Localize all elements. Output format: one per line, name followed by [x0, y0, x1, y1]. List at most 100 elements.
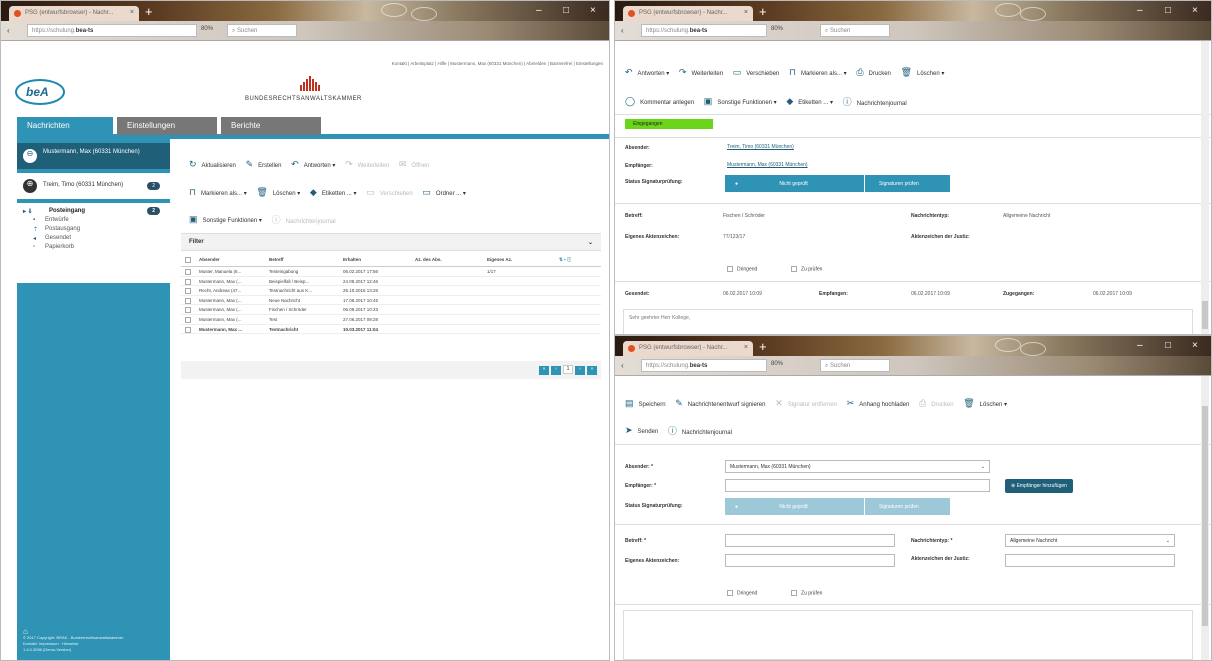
- table-row[interactable]: Recht, Andreas (47... Testnachricht aus K…: [181, 286, 601, 296]
- recipient-link[interactable]: Mustermann, Max (60331 München): [727, 162, 808, 168]
- open-button[interactable]: ✉ Öffnen: [399, 159, 429, 170]
- table-row[interactable]: Muster, Manuela (6... Testeingabung 06.02.…: [181, 267, 601, 277]
- folder-button[interactable]: ▭ Ordner ... ▾: [422, 187, 466, 198]
- print-button[interactable]: ⎙ Drucken: [919, 398, 954, 409]
- minimize-icon[interactable]: –: [536, 5, 542, 16]
- address-input[interactable]: https://schulung.bea-ts: [27, 24, 197, 37]
- new-tab-button[interactable]: +: [759, 4, 767, 19]
- row-checkbox[interactable]: [185, 297, 191, 304]
- next-page-button[interactable]: ›: [575, 366, 585, 375]
- forward-button[interactable]: ↷ Weiterleiten: [345, 159, 389, 170]
- urgent-checkbox[interactable]: Dringend: [727, 266, 757, 272]
- folder-gesendet[interactable]: ◂ Gesendet: [17, 234, 170, 243]
- back-icon[interactable]: ‹: [621, 361, 624, 370]
- reference-input[interactable]: [725, 554, 895, 567]
- minimize-icon[interactable]: –: [1137, 340, 1143, 351]
- browser-tab[interactable]: PSG (entwurfsbrowser) - Nachr... ×: [623, 6, 753, 21]
- browser-tab[interactable]: PSG (entwurfsbrowser) - Nachr... ×: [623, 341, 753, 356]
- comment-button[interactable]: ◯ Kommentar anlegen: [625, 96, 694, 107]
- select-all-checkbox[interactable]: [185, 257, 191, 263]
- maximize-icon[interactable]: □: [1165, 5, 1171, 16]
- create-button[interactable]: ✎ Erstellen: [246, 159, 282, 170]
- row-checkbox[interactable]: [185, 269, 191, 275]
- row-checkbox[interactable]: [185, 278, 191, 285]
- close-window-icon[interactable]: ×: [1192, 340, 1198, 351]
- filter-bar[interactable]: Filter ⌄: [181, 233, 601, 251]
- table-row[interactable]: Mustermann, Max ... Testnachricht 10.03.20…: [181, 325, 601, 335]
- delete-button[interactable]: 🗑 Löschen ▾: [963, 398, 1007, 409]
- move-button[interactable]: ▭ Verschieben: [366, 187, 413, 198]
- row-checkbox[interactable]: [185, 326, 191, 333]
- recipient-input[interactable]: [725, 479, 990, 492]
- to-check-checkbox[interactable]: Zu prüfen: [791, 590, 822, 596]
- last-page-button[interactable]: »: [587, 366, 597, 375]
- reply-button[interactable]: ↶ Antworten ▾: [625, 67, 669, 78]
- to-check-checkbox[interactable]: Zu prüfen: [791, 266, 822, 272]
- address-input[interactable]: https://schulung.bea-ts: [641, 359, 767, 372]
- labels-button[interactable]: ◆ Etiketten ... ▾: [310, 187, 357, 198]
- print-button[interactable]: ⎙ Drucken: [856, 67, 891, 78]
- table-row[interactable]: Mustermann, Max (... Test 27.06.2017 09:28: [181, 315, 601, 325]
- maximize-icon[interactable]: □: [1165, 340, 1171, 351]
- folder-posteingang[interactable]: ▸ ⇓ Posteingang 2: [17, 207, 170, 216]
- table-row[interactable]: Mustermann, Max (... Beispielfall / Beisp…: [181, 277, 601, 287]
- remove-signature-button[interactable]: ✕ Signatur entfernen: [775, 398, 837, 409]
- column-header[interactable]: Az. des Abs.: [415, 257, 442, 262]
- browser-tab[interactable]: PSG (entwurfsbrowser) - Nachr... ×: [9, 6, 139, 21]
- mark-as-button[interactable]: ⊓ Markieren als... ▾: [189, 187, 247, 198]
- send-button[interactable]: ➤ Senden: [625, 425, 658, 436]
- labels-button[interactable]: ◆ Etiketten ... ▾: [786, 96, 833, 107]
- address-input[interactable]: https://schulung.bea-ts: [641, 24, 767, 37]
- row-checkbox[interactable]: [185, 316, 191, 323]
- new-tab-button[interactable]: +: [145, 4, 153, 19]
- other-functions-button[interactable]: ▣ Sonstige Funktionen ▾: [704, 96, 777, 107]
- close-window-icon[interactable]: ×: [590, 5, 596, 16]
- delete-button[interactable]: 🗑 Löschen ▾: [901, 67, 945, 78]
- close-window-icon[interactable]: ×: [1192, 5, 1198, 16]
- folder-postausgang[interactable]: ⇡ Postausgang: [17, 225, 170, 234]
- table-row[interactable]: Mustermann, Max (... Neue Nachricht 17.08.…: [181, 296, 601, 306]
- journal-button[interactable]: ⓘ Nachrichtenjournal: [668, 424, 732, 437]
- other-functions-button[interactable]: ▣ Sonstige Funktionen ▾: [189, 214, 262, 225]
- forward-button[interactable]: ↷ Weiterleiten: [679, 67, 723, 78]
- first-page-button[interactable]: «: [539, 366, 549, 375]
- move-button[interactable]: ▭ Verschieben: [733, 67, 780, 78]
- new-tab-button[interactable]: +: [759, 339, 767, 354]
- sender-select[interactable]: Mustermann, Max (60331 München) ⌄: [725, 460, 990, 473]
- top-links[interactable]: Kontakt | Arbeitsplatz | Hilfe | Musterm…: [392, 61, 603, 66]
- tab-nachrichten[interactable]: Nachrichten: [17, 117, 113, 135]
- delete-button[interactable]: 🗑 Löschen ▾: [256, 187, 300, 198]
- tab-einstellungen[interactable]: Einstellungen: [117, 117, 217, 135]
- table-row[interactable]: Mustermann, Max (... Fischen / Schröder 06…: [181, 305, 601, 315]
- sign-draft-button[interactable]: ✎ Nachrichtenentwurf signieren: [675, 398, 765, 409]
- row-checkbox[interactable]: [185, 307, 191, 314]
- close-tab-icon[interactable]: ×: [744, 9, 748, 16]
- row-checkbox[interactable]: [185, 288, 191, 295]
- column-header[interactable]: Erhalten: [343, 257, 361, 262]
- folder-entwuerfe[interactable]: ▪ Entwürfe: [17, 216, 170, 225]
- close-tab-icon[interactable]: ×: [744, 344, 748, 351]
- search-input[interactable]: ⌕ Suchen: [820, 24, 890, 37]
- add-recipient-button[interactable]: ⊕ Empfänger hinzufügen: [1005, 479, 1073, 493]
- folder-papierkorb[interactable]: ▫ Papierkorb: [17, 243, 170, 252]
- zoom-level[interactable]: 80%: [771, 26, 783, 32]
- message-type-select[interactable]: Allgemeine Nachricht ⌄: [1005, 534, 1175, 547]
- scrollbar[interactable]: [1201, 41, 1209, 334]
- refresh-button[interactable]: ↻ Aktualisieren: [189, 159, 236, 170]
- account-treim[interactable]: ⊕ Treim, Timo (60331 München) 2: [17, 173, 170, 199]
- tab-berichte[interactable]: Berichte: [221, 117, 321, 135]
- zoom-level[interactable]: 80%: [201, 26, 213, 32]
- journal-button[interactable]: ⓘ Nachrichtenjournal: [843, 95, 907, 108]
- back-icon[interactable]: ‹: [621, 26, 624, 35]
- minimize-icon[interactable]: –: [1137, 5, 1143, 16]
- journal-button[interactable]: ⓘ Nachrichtenjournal: [272, 213, 336, 226]
- zoom-level[interactable]: 80%: [771, 361, 783, 367]
- close-tab-icon[interactable]: ×: [130, 9, 134, 16]
- court-reference-input[interactable]: [1005, 554, 1175, 567]
- search-input[interactable]: ⌕ Suchen: [227, 24, 297, 37]
- column-header[interactable]: Eigenes Az.: [487, 257, 512, 262]
- column-options-icon[interactable]: ⇅ ▪ ⓘ: [559, 257, 571, 263]
- scrollbar[interactable]: [1201, 376, 1209, 660]
- column-header[interactable]: Betreff: [269, 257, 284, 262]
- mark-as-button[interactable]: ⊓ Markieren als... ▾: [789, 67, 847, 78]
